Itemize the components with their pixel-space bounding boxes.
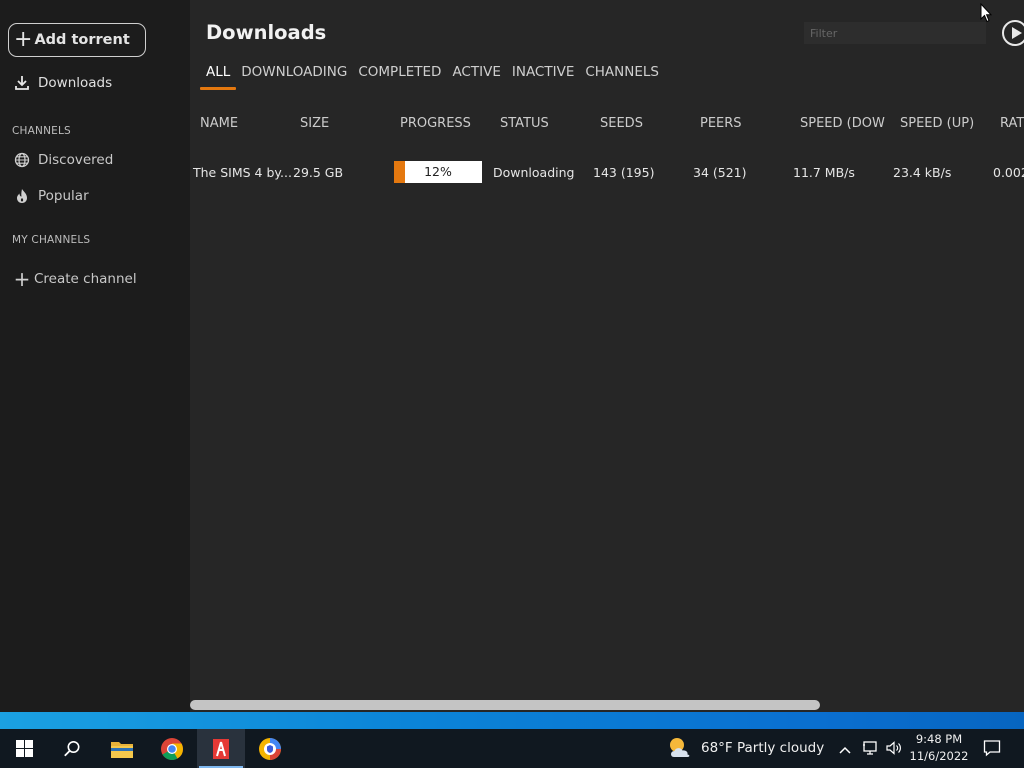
tab-completed[interactable]: COMPLETED	[358, 64, 441, 88]
tab-downloading[interactable]: DOWNLOADING	[241, 64, 347, 88]
sidebar-item-label: Downloads	[38, 75, 113, 91]
desktop-wallpaper	[0, 712, 1024, 729]
tab-all[interactable]: ALL	[199, 64, 237, 90]
tribler-button[interactable]	[197, 729, 245, 768]
play-button[interactable]	[1002, 20, 1024, 46]
row-speed-down: 11.7 MB/s	[793, 165, 855, 180]
column-header-ratio[interactable]: RAT	[1000, 116, 1024, 131]
progress-bar: 12%	[394, 161, 482, 183]
weather-icon	[666, 735, 694, 765]
add-torrent-button[interactable]: + Add torrent	[8, 23, 146, 57]
row-ratio: 0.002	[993, 165, 1024, 180]
progress-label: 12%	[424, 164, 452, 179]
file-explorer-button[interactable]	[98, 729, 146, 768]
taskbar: 68°F Partly cloudy	[0, 729, 1024, 768]
sidebar-item-label: Popular	[38, 188, 89, 204]
play-icon	[1012, 27, 1022, 39]
chevron-up-icon[interactable]	[838, 741, 852, 760]
tab-channels[interactable]: CHANNELS	[585, 64, 659, 88]
page-title: Downloads	[206, 21, 327, 44]
plus-icon: +	[14, 27, 33, 52]
row-name: The SIMS 4 by...	[193, 165, 292, 180]
row-size: 29.5 GB	[293, 165, 344, 180]
sidebar-item-popular[interactable]: Popular	[12, 186, 89, 206]
row-status: Downloading	[493, 165, 575, 180]
folder-icon	[111, 741, 133, 758]
sidebar-item-downloads[interactable]: Downloads	[12, 73, 112, 93]
channels-heading: CHANNELS	[12, 125, 71, 137]
tab-inactive[interactable]: INACTIVE	[512, 64, 575, 88]
row-peers: 34 (521)	[693, 165, 747, 180]
weather-condition[interactable]: Partly cloudy	[737, 740, 824, 756]
row-speed-up: 23.4 kB/s	[893, 165, 952, 180]
column-header-peers[interactable]: PEERS	[700, 116, 742, 131]
start-button[interactable]	[0, 729, 48, 768]
column-header-seeds[interactable]: SEEDS	[600, 116, 643, 131]
volume-icon[interactable]	[885, 740, 903, 760]
download-icon	[12, 73, 32, 93]
shield-app-icon	[259, 737, 281, 760]
tab-active[interactable]: ACTIVE	[452, 64, 500, 88]
globe-icon	[12, 150, 32, 170]
notification-icon[interactable]	[983, 739, 1001, 761]
column-header-speed-down[interactable]: SPEED (DOW	[800, 116, 885, 131]
column-header-size[interactable]: SIZE	[300, 116, 329, 131]
mouse-cursor-icon	[980, 2, 993, 27]
horizontal-scrollbar[interactable]	[190, 700, 820, 710]
column-header-name[interactable]: NAME	[200, 116, 238, 131]
sidebar: + Add torrent Downloads CHANNELS Discove…	[0, 0, 190, 712]
clock-date: 11/6/2022	[909, 749, 969, 763]
column-header-status[interactable]: STATUS	[500, 116, 549, 131]
flame-icon	[12, 186, 32, 206]
vpn-app-button[interactable]	[246, 729, 294, 768]
tribler-icon	[213, 738, 229, 759]
system-clock[interactable]: 9:48 PM 11/6/2022	[906, 731, 972, 765]
network-icon[interactable]	[862, 740, 880, 760]
search-button[interactable]	[48, 729, 96, 768]
create-channel-button[interactable]: + Create channel	[12, 267, 137, 291]
clock-time: 9:48 PM	[915, 732, 963, 746]
column-header-progress[interactable]: PROGRESS	[400, 116, 471, 131]
add-torrent-label: Add torrent	[34, 32, 130, 48]
downloads-panel: Downloads ALL DOWNLOADING COMPLETED ACTI…	[190, 0, 1024, 712]
column-header-speed-up[interactable]: SPEED (UP)	[900, 116, 974, 131]
search-icon	[64, 740, 80, 756]
sidebar-item-discovered[interactable]: Discovered	[12, 150, 113, 170]
filter-tabs: ALL DOWNLOADING COMPLETED ACTIVE INACTIV…	[199, 64, 659, 90]
weather-temperature[interactable]: 68°F	[701, 740, 733, 756]
windows-icon	[15, 740, 33, 757]
create-channel-label: Create channel	[34, 271, 137, 287]
filter-input[interactable]	[804, 22, 986, 44]
sidebar-item-label: Discovered	[38, 152, 114, 168]
chrome-icon	[161, 737, 183, 760]
chrome-button[interactable]	[148, 729, 196, 768]
my-channels-heading: MY CHANNELS	[12, 234, 91, 246]
plus-icon: +	[13, 267, 31, 291]
row-seeds: 143 (195)	[593, 165, 655, 180]
